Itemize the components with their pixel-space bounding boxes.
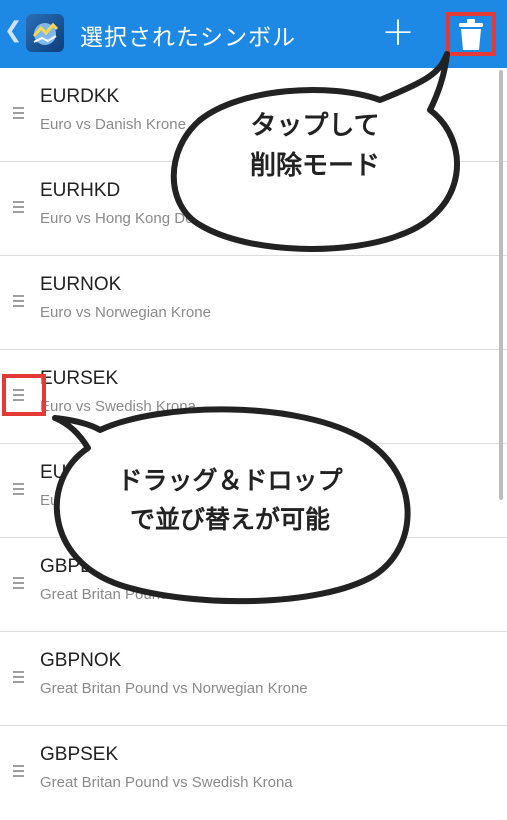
trash-bubble-text: タップして 削除モード	[205, 106, 425, 187]
drag-bubble-line-1: ドラッグ＆ドロップ	[117, 466, 343, 495]
drag-bubble-line-2: で並び替えが可能	[129, 504, 330, 534]
trash-bubble-line-1: タップして	[250, 111, 380, 141]
drag-bubble-text: ドラッグ＆ドロップ で並び替えが可能	[65, 462, 395, 540]
trash-bubble-line-2: 削除モード	[249, 151, 380, 182]
